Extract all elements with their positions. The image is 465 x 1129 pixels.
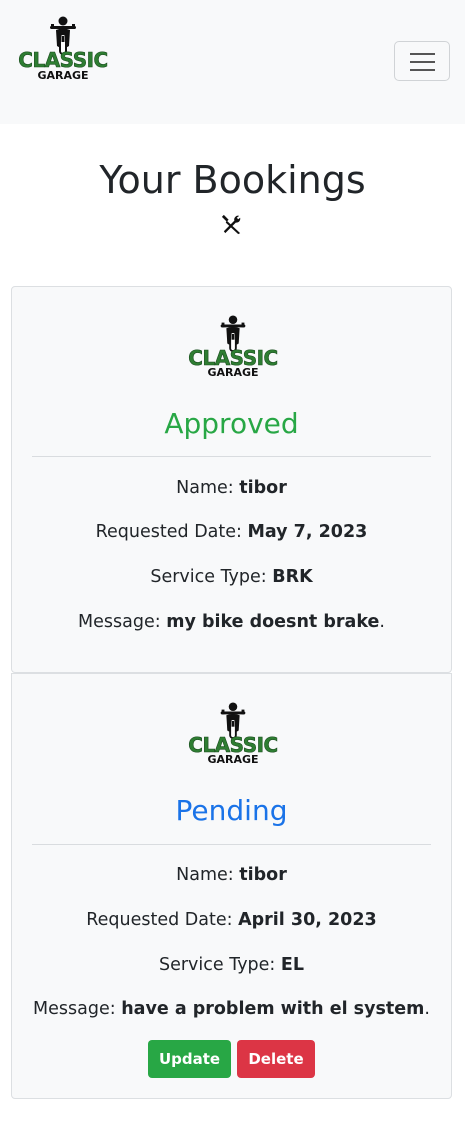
tools-icon bbox=[221, 214, 241, 235]
card-logo: CLASSIC GARAGE bbox=[181, 702, 285, 770]
update-button[interactable]: Update bbox=[148, 1040, 231, 1078]
booking-name: tibor bbox=[239, 478, 287, 498]
booking-card: CLASSIC GARAGE Pending Name: tibor Reque… bbox=[11, 673, 452, 1099]
message-label: Message: bbox=[78, 612, 161, 632]
message-label: Message: bbox=[33, 999, 116, 1019]
booking-message-row: Message: have a problem with el system. bbox=[33, 999, 430, 1019]
requested-date-label: Requested Date: bbox=[86, 910, 233, 930]
booking-message-row: Message: my bike doesnt brake. bbox=[78, 612, 385, 632]
booking-name-row: Name: tibor bbox=[12, 476, 451, 500]
booking-service-type: BRK bbox=[272, 567, 313, 587]
booking-name-row: Name: tibor bbox=[12, 863, 451, 887]
booking-date: May 7, 2023 bbox=[247, 522, 368, 542]
booking-status: Pending bbox=[175, 794, 288, 827]
brand-word-classic: CLASSIC bbox=[18, 48, 109, 72]
service-type-label: Service Type: bbox=[150, 567, 267, 587]
name-label: Name: bbox=[176, 865, 234, 885]
brand-word-garage: GARAGE bbox=[207, 366, 259, 379]
service-type-label: Service Type: bbox=[158, 955, 276, 975]
name-label: Name: bbox=[176, 478, 234, 498]
page-title: Your Bookings bbox=[99, 158, 366, 202]
delete-button[interactable]: Delete bbox=[237, 1040, 315, 1078]
booking-status: Approved bbox=[164, 407, 299, 440]
booking-date-row: Requested Date: May 7, 2023 bbox=[12, 520, 451, 544]
navbar-toggler-button[interactable] bbox=[394, 41, 450, 81]
booking-date: April 30, 2023 bbox=[238, 910, 377, 930]
booking-service-row: Service Type: BRK bbox=[12, 565, 451, 589]
hamburger-menu-icon bbox=[410, 53, 435, 55]
booking-message: have a problem with el system bbox=[121, 999, 425, 1019]
navbar: CLASSIC GARAGE bbox=[0, 0, 465, 124]
brand-logo[interactable]: CLASSIC GARAGE bbox=[11, 16, 115, 86]
booking-date-row: Requested Date: April 30, 2023 bbox=[12, 908, 451, 932]
brand-word-garage: GARAGE bbox=[207, 753, 259, 766]
booking-name: tibor bbox=[239, 865, 287, 885]
divider bbox=[32, 456, 431, 457]
brand-word-garage: GARAGE bbox=[37, 69, 89, 82]
booking-service-row: Service Type: EL bbox=[12, 953, 451, 977]
divider bbox=[32, 844, 431, 845]
requested-date-label: Requested Date: bbox=[95, 522, 242, 542]
booking-service-type: EL bbox=[280, 955, 305, 975]
booking-card: CLASSIC GARAGE Approved Name: tibor Requ… bbox=[11, 286, 452, 673]
booking-message: my bike doesnt brake bbox=[166, 612, 380, 632]
card-logo: CLASSIC GARAGE bbox=[181, 315, 285, 383]
